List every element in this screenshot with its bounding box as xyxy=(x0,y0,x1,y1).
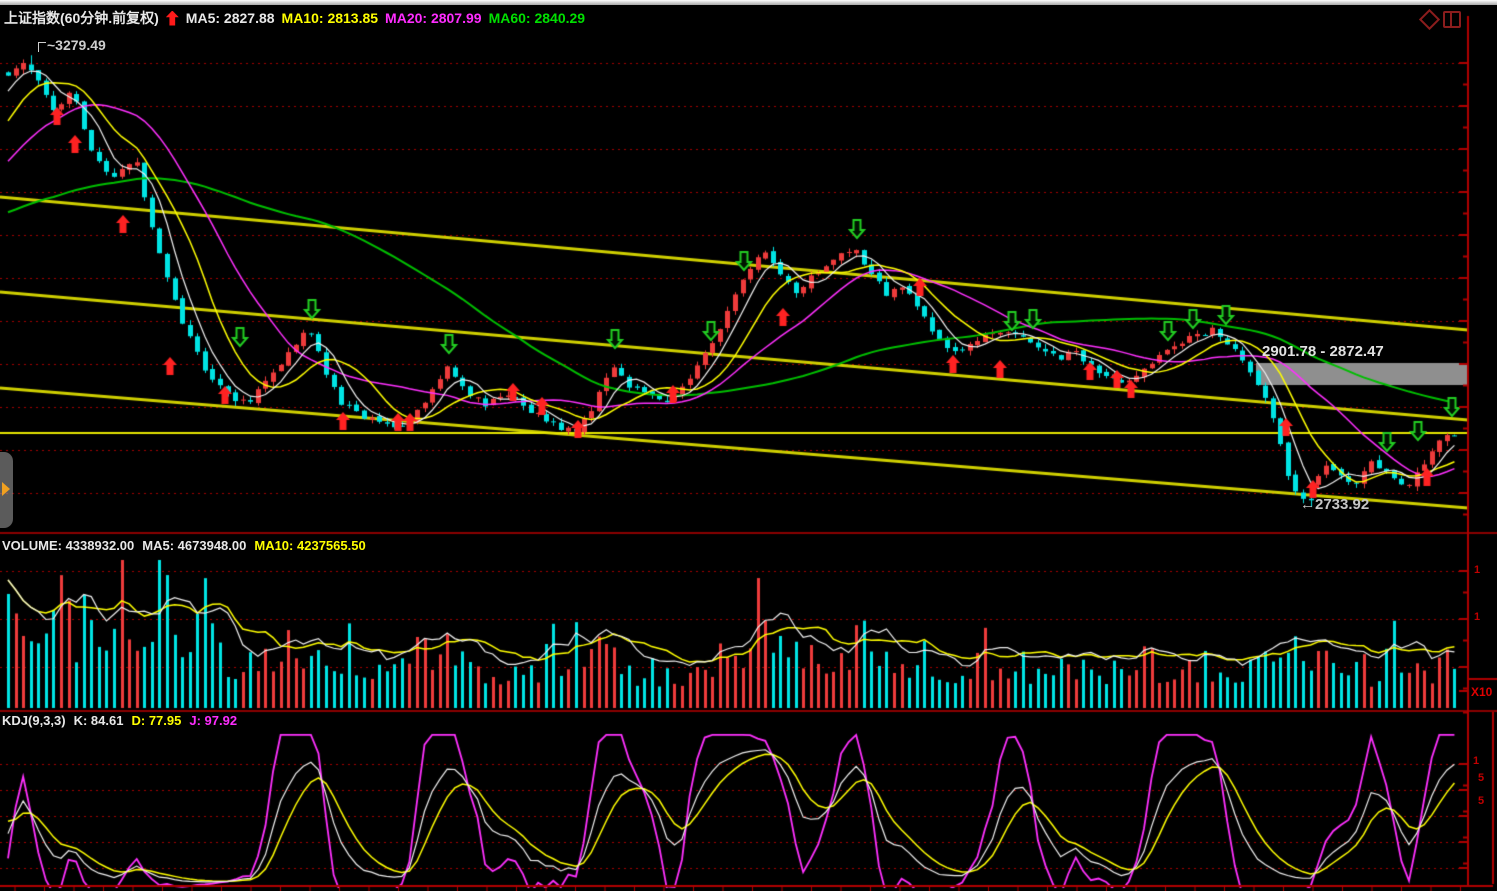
ma60-readout: MA60: 2840.29 xyxy=(489,10,586,26)
chart-canvas[interactable] xyxy=(0,0,1497,891)
symbol-title: 上证指数(60分钟.前复权) xyxy=(4,8,159,28)
kdj-axis-label: 5 xyxy=(1478,772,1484,784)
kdj-k-readout: K: 84.61 xyxy=(74,713,124,728)
split-window-icon[interactable] xyxy=(1443,11,1461,28)
low-price-annotation: ←2733.92 xyxy=(1300,496,1369,513)
ma20-readout: MA20: 2807.99 xyxy=(385,10,482,26)
kdj-axis-label: 1 xyxy=(1473,755,1479,767)
kdj-d-readout: D: 77.95 xyxy=(131,713,181,728)
high-price-annotation: ~3279.49 xyxy=(38,37,106,53)
volume-pane-header: VOLUME: 4338932.00 MA5: 4673948.00 MA10:… xyxy=(2,538,366,553)
trend-up-icon xyxy=(166,11,179,26)
volume-ma10-readout: MA10: 4237565.50 xyxy=(254,538,365,553)
kdj-j-readout: J: 97.92 xyxy=(189,713,237,728)
sidebar-expand-tab[interactable] xyxy=(0,452,13,528)
gap-range-annotation: 2901.78 - 2872.47 xyxy=(1262,343,1384,360)
volume-axis-label: 1 xyxy=(1474,611,1480,623)
chart-window: 上证指数(60分钟.前复权) MA5: 2827.88 MA10: 2813.8… xyxy=(0,0,1497,891)
high-pointer-icon xyxy=(38,42,46,52)
window-top-edge xyxy=(0,0,1497,5)
ma5-readout: MA5: 2827.88 xyxy=(186,10,275,26)
expand-arrow-icon xyxy=(2,482,10,496)
volume-readout: VOLUME: 4338932.00 xyxy=(2,538,134,553)
kdj-pane-header: KDJ(9,3,3) K: 84.61 D: 77.95 J: 97.92 xyxy=(2,713,237,728)
main-chart-header: 上证指数(60分钟.前复权) MA5: 2827.88 MA10: 2813.8… xyxy=(4,8,585,28)
kdj-axis-label: 5 xyxy=(1478,795,1484,807)
ma10-readout: MA10: 2813.85 xyxy=(282,10,379,26)
toolbar-icons xyxy=(1422,11,1461,28)
kdj-title: KDJ(9,3,3) xyxy=(2,713,66,728)
diamond-icon[interactable] xyxy=(1419,9,1440,30)
volume-scale-label: X10 xyxy=(1471,685,1492,699)
volume-axis-label: 1 xyxy=(1474,564,1480,576)
volume-ma5-readout: MA5: 4673948.00 xyxy=(142,538,246,553)
